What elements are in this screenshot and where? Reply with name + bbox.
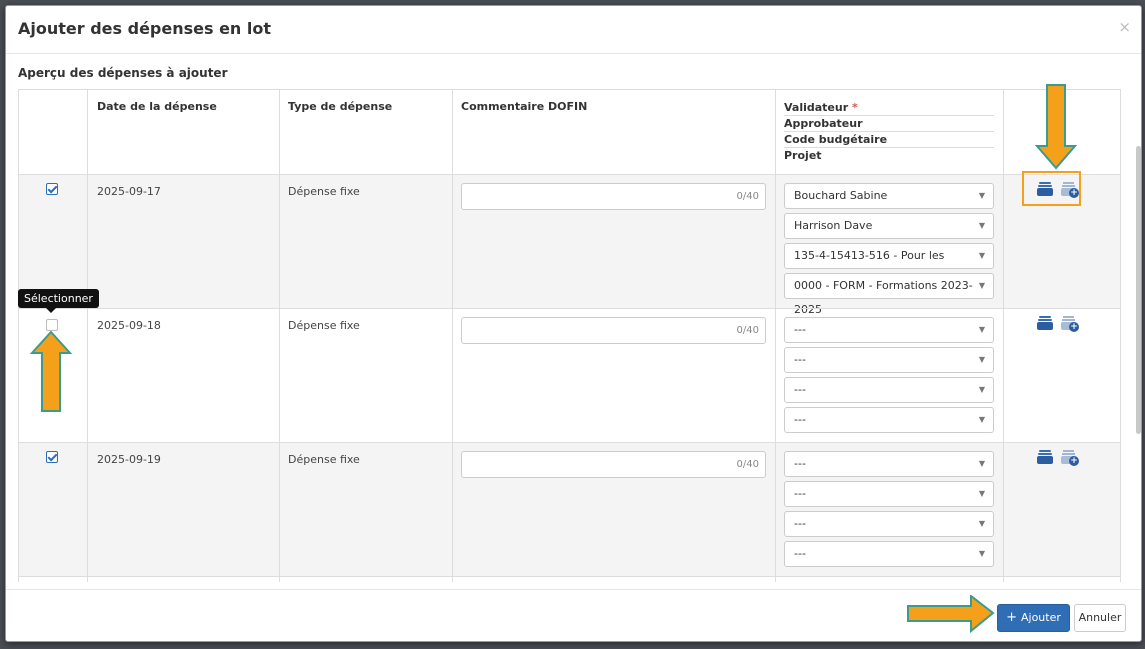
table-row: 2025-09-19 Dépense fixe 0/40 --- ▼ --- ▼ -… xyxy=(18,442,1121,576)
budget-code-select[interactable]: --- ▼ xyxy=(784,377,994,403)
caret-down-icon: ▼ xyxy=(978,385,985,394)
expenses-table: Date de la dépense Type de dépense Comme… xyxy=(18,89,1121,582)
column-divider xyxy=(87,90,88,582)
validator-select[interactable]: Bouchard Sabine ▼ xyxy=(784,183,994,209)
column-divider xyxy=(775,90,776,582)
row-divider xyxy=(18,576,1121,577)
annotation-arrow-down xyxy=(1035,84,1077,170)
expense-type: Dépense fixe xyxy=(288,319,360,332)
budget-code-select[interactable]: --- ▼ xyxy=(784,511,994,537)
modal-header: Ajouter des dépenses en lot × xyxy=(6,6,1141,54)
comment-input[interactable]: 0/40 xyxy=(461,183,766,210)
row-actions: + xyxy=(1037,450,1079,466)
column-divider xyxy=(18,90,19,582)
caret-down-icon: ▼ xyxy=(978,221,985,230)
caret-down-icon: ▼ xyxy=(978,191,985,200)
annotation-arrow-right xyxy=(907,595,995,633)
comment-char-count: 0/40 xyxy=(736,191,759,202)
column-header-stack: Validateur * Approbateur Code budgétaire… xyxy=(784,100,994,164)
project-select[interactable]: 0000 - FORM - Formations 2023-2025 ▼ xyxy=(784,273,994,316)
stack-icon[interactable] xyxy=(1037,316,1053,330)
select-tooltip: Sélectionner xyxy=(18,289,99,313)
column-divider xyxy=(452,90,453,582)
stack-add-icon[interactable]: + xyxy=(1061,450,1079,466)
column-header-approver: Approbateur xyxy=(784,116,994,132)
row-actions: + xyxy=(1037,316,1079,332)
comment-char-count: 0/40 xyxy=(736,459,759,470)
caret-down-icon: ▼ xyxy=(978,459,985,468)
expense-type: Dépense fixe xyxy=(288,185,360,198)
column-divider xyxy=(1120,90,1121,582)
comment-input[interactable]: 0/40 xyxy=(461,451,766,478)
column-divider xyxy=(279,90,280,582)
validator-select[interactable]: --- ▼ xyxy=(784,317,994,343)
row-select-checkbox[interactable] xyxy=(46,183,58,195)
row-divider xyxy=(18,174,1121,175)
caret-down-icon: ▼ xyxy=(978,325,985,334)
caret-down-icon: ▼ xyxy=(978,251,985,260)
caret-down-icon: ▼ xyxy=(978,355,985,364)
row-select-checkbox[interactable] xyxy=(46,319,58,331)
caret-down-icon: ▼ xyxy=(978,489,985,498)
caret-down-icon: ▼ xyxy=(978,281,985,290)
column-header-type: Type de dépense xyxy=(288,100,393,113)
table-row: 2025-09-17 Dépense fixe 0/40 Bouchard Sa… xyxy=(18,174,1121,316)
caret-down-icon: ▼ xyxy=(978,415,985,424)
row-divider xyxy=(18,442,1121,443)
stack-add-icon[interactable]: + xyxy=(1061,316,1079,332)
column-header-comment: Commentaire DOFIN xyxy=(461,100,588,113)
highlight-box xyxy=(1022,171,1081,206)
approver-select[interactable]: --- ▼ xyxy=(784,347,994,373)
column-divider xyxy=(1003,90,1004,582)
annotation-arrow-up xyxy=(30,331,72,412)
column-header-validator: Validateur * xyxy=(784,100,994,116)
approver-select[interactable]: --- ▼ xyxy=(784,481,994,507)
cancel-button[interactable]: Annuler xyxy=(1074,604,1126,632)
comment-char-count: 0/40 xyxy=(736,325,759,336)
expense-type: Dépense fixe xyxy=(288,453,360,466)
approver-select[interactable]: Harrison Dave ▼ xyxy=(784,213,994,239)
caret-down-icon: ▼ xyxy=(978,519,985,528)
validator-select[interactable]: --- ▼ xyxy=(784,451,994,477)
row-select-checkbox[interactable] xyxy=(46,451,58,463)
caret-down-icon: ▼ xyxy=(978,549,985,558)
comment-input[interactable]: 0/40 xyxy=(461,317,766,344)
section-title: Aperçu des dépenses à ajouter xyxy=(18,66,228,80)
row-divider xyxy=(18,308,1121,309)
expense-date: 2025-09-17 xyxy=(97,185,161,198)
scrollbar[interactable] xyxy=(1136,146,1141,434)
project-select[interactable]: --- ▼ xyxy=(784,541,994,567)
plus-icon: + xyxy=(1006,610,1017,625)
table-row: 2025-09-18 Dépense fixe 0/40 --- ▼ --- ▼ -… xyxy=(18,308,1121,442)
expense-date: 2025-09-19 xyxy=(97,453,161,466)
close-icon[interactable]: × xyxy=(1118,18,1131,36)
expense-date: 2025-09-18 xyxy=(97,319,161,332)
add-button[interactable]: + Ajouter xyxy=(997,604,1070,632)
column-header-date: Date de la dépense xyxy=(97,100,217,113)
column-header-project: Projet xyxy=(784,149,822,162)
budget-code-select[interactable]: 135-4-15413-516 - Pour les employés▼ xyxy=(784,243,994,286)
project-select[interactable]: --- ▼ xyxy=(784,407,994,433)
modal-title: Ajouter des dépenses en lot xyxy=(18,19,272,38)
stack-icon[interactable] xyxy=(1037,450,1053,464)
column-header-budget-code: Code budgétaire xyxy=(784,132,994,148)
batch-expense-modal: Ajouter des dépenses en lot × Aperçu des… xyxy=(5,5,1142,642)
